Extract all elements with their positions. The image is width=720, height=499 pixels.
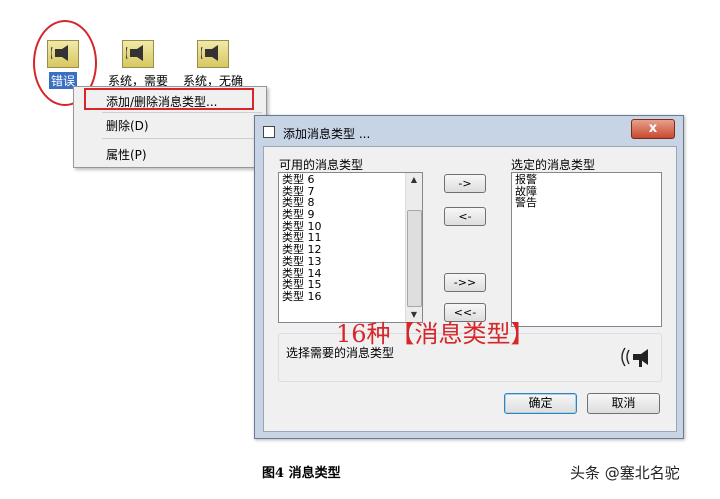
scrollbar[interactable]: ▲ ▼: [405, 173, 422, 322]
menu-separator: [102, 138, 262, 139]
menu-separator: [102, 112, 262, 113]
menu-item-properties[interactable]: 属性(P): [106, 146, 147, 163]
close-button[interactable]: x: [631, 119, 675, 139]
alarm-horn-icon: [621, 346, 655, 371]
dialog-title: 添加消息类型 ...: [283, 127, 371, 141]
alarm-horn-icon: [197, 40, 229, 68]
menu-item-delete[interactable]: 删除(D): [106, 117, 149, 134]
dialog-client: 可用的消息类型 选定的消息类型 类型 6 类型 7 类型 8 类型 9 类型 10 类型 …: [263, 146, 677, 432]
list-item[interactable]: 警告: [512, 197, 661, 209]
figure-caption: 图4 消息类型: [262, 466, 341, 481]
selected-types-label: 选定的消息类型: [511, 158, 596, 172]
move-all-right-button[interactable]: ->>: [444, 273, 486, 292]
list-item[interactable]: 类型 6: [279, 174, 422, 186]
watermark: 头条 @塞北名驼: [570, 464, 680, 482]
list-item[interactable]: 报警: [512, 174, 661, 186]
cancel-button[interactable]: 取消: [587, 393, 660, 414]
list-item[interactable]: 类型 9: [279, 209, 422, 221]
move-left-button[interactable]: <-: [444, 207, 486, 226]
selected-types-list[interactable]: 报警 故障 警告: [511, 172, 662, 327]
alarm-horn-icon: [122, 40, 154, 68]
move-right-button[interactable]: ->: [444, 174, 486, 193]
desktop-icon-system-noack[interactable]: 系统，无确: [183, 40, 243, 89]
window-icon: [263, 126, 275, 138]
scroll-thumb[interactable]: [407, 210, 422, 307]
highlight-box: [84, 88, 254, 110]
annotation-overlay: 16种【消息类型】: [336, 320, 535, 348]
ok-button[interactable]: 确定: [504, 393, 577, 414]
available-types-label: 可用的消息类型: [279, 158, 364, 172]
add-message-type-dialog: 添加消息类型 ... x 可用的消息类型 选定的消息类型 类型 6 类型 7 类型 …: [254, 115, 684, 439]
scroll-up-icon[interactable]: ▲: [406, 173, 422, 187]
desktop-icon-system-need[interactable]: 系统，需要: [108, 40, 168, 89]
list-item[interactable]: 类型 13: [279, 256, 422, 268]
available-types-list[interactable]: 类型 6 类型 7 类型 8 类型 9 类型 10 类型 11 类型 12 类型 13 类型 1…: [278, 172, 423, 323]
list-item[interactable]: 类型 16: [279, 291, 422, 303]
